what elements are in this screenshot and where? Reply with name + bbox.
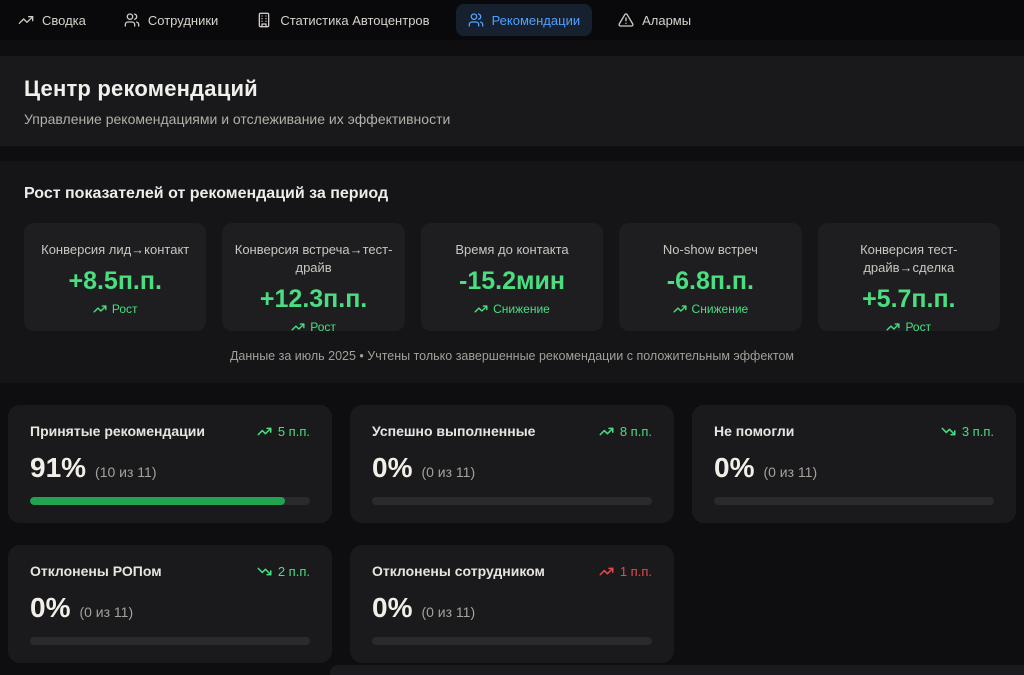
tab-label: Сотрудники (148, 13, 218, 28)
stat-delta-badge: 1 п.п. (599, 564, 652, 579)
growth-section: Рост показателей от рекомендаций за пери… (0, 161, 1024, 383)
stat-delta-value: 5 п.п. (278, 424, 310, 439)
stat-delta-value: 8 п.п. (620, 424, 652, 439)
growth-footnote: Данные за июль 2025 • Учтены только заве… (24, 349, 1000, 363)
metric-trend: Снижение (673, 302, 749, 316)
tab-label: Сводка (42, 13, 86, 28)
metric-label: Конверсия тест-драйв→сделка (828, 241, 990, 277)
metric-trend-label: Рост (310, 320, 336, 334)
stat-card-rejected-employee: Отклонены сотрудником 1 п.п. 0% (0 из 11… (350, 545, 674, 663)
trending-up-icon (291, 320, 305, 334)
metric-card-no-show: No-show встреч -6.8п.п. Снижение (619, 223, 801, 331)
metric-label: Конверсия лид→контакт (41, 241, 189, 259)
metric-trend: Рост (291, 320, 336, 334)
stat-delta-badge: 5 п.п. (257, 424, 310, 439)
metric-trend-label: Снижение (493, 302, 550, 316)
progress-bar-track (30, 497, 310, 505)
trending-up-icon (474, 302, 488, 316)
tab-label: Алармы (642, 13, 691, 28)
metric-label: No-show встреч (663, 241, 758, 259)
stat-fraction: (0 из 11) (763, 464, 817, 480)
metric-value: +12.3п.п. (260, 285, 367, 314)
metric-card-time-to-contact: Время до контакта -15.2мин Снижение (421, 223, 603, 331)
stat-label: Отклонены сотрудником (372, 563, 545, 579)
trending-up-icon (257, 424, 272, 439)
trending-down-icon (941, 424, 956, 439)
metric-value: -15.2мин (459, 267, 565, 296)
stat-percent: 0% (372, 452, 412, 484)
stat-card-not-helped: Не помогли 3 п.п. 0% (0 из 11) (692, 405, 1016, 523)
metric-trend-label: Снижение (692, 302, 749, 316)
metric-label: Конверсия встреча→тест-драйв (232, 241, 394, 277)
trending-up-icon (599, 564, 614, 579)
stat-label: Отклонены РОПом (30, 563, 162, 579)
metric-card-testdrive-deal: Конверсия тест-драйв→сделка +5.7п.п. Рос… (818, 223, 1000, 331)
metric-label: Время до контакта (455, 241, 568, 259)
stat-label: Принятые рекомендации (30, 423, 205, 439)
growth-section-title: Рост показателей от рекомендаций за пери… (24, 185, 1000, 203)
stat-percent: 0% (372, 592, 412, 624)
stat-card-completed: Успешно выполненные 8 п.п. 0% (0 из 11) (350, 405, 674, 523)
stat-percent: 0% (30, 592, 70, 624)
progress-bar-track (372, 497, 652, 505)
stat-fraction: (0 из 11) (79, 604, 133, 620)
users-icon (468, 12, 484, 28)
metric-card-lead-contact: Конверсия лид→контакт +8.5п.п. Рост (24, 223, 206, 331)
progress-bar-track (30, 637, 310, 645)
next-section-edge (330, 665, 1024, 675)
stat-delta-value: 1 п.п. (620, 564, 652, 579)
metric-value: +5.7п.п. (862, 285, 955, 314)
stat-delta-value: 2 п.п. (278, 564, 310, 579)
metric-trend: Снижение (474, 302, 550, 316)
building-icon (256, 12, 272, 28)
metric-trend-label: Рост (112, 302, 138, 316)
stat-card-rejected-rop: Отклонены РОПом 2 п.п. 0% (0 из 11) (8, 545, 332, 663)
alert-triangle-icon (618, 12, 634, 28)
progress-bar-track (714, 497, 994, 505)
page-title: Центр рекомендаций (24, 76, 1000, 102)
stat-delta-badge: 8 п.п. (599, 424, 652, 439)
trending-up-icon (599, 424, 614, 439)
users-icon (124, 12, 140, 28)
trending-up-icon (673, 302, 687, 316)
trending-down-icon (257, 564, 272, 579)
metric-trend-label: Рост (905, 320, 931, 334)
tab-alarmy[interactable]: Алармы (606, 4, 703, 36)
stat-fraction: (10 из 11) (95, 464, 156, 480)
trending-up-icon (886, 320, 900, 334)
stat-delta-value: 3 п.п. (962, 424, 994, 439)
tab-label: Рекомендации (492, 13, 581, 28)
tab-rekomendacii[interactable]: Рекомендации (456, 4, 593, 36)
stat-percent: 0% (714, 452, 754, 484)
metric-trend: Рост (93, 302, 138, 316)
trending-up-icon (93, 302, 107, 316)
growth-metric-grid: Конверсия лид→контакт +8.5п.п. Рост Конв… (24, 223, 1000, 331)
stat-fraction: (0 из 11) (421, 464, 475, 480)
tab-sotrudniki[interactable]: Сотрудники (112, 4, 230, 36)
metric-value: +8.5п.п. (68, 267, 161, 296)
stats-grid: Принятые рекомендации 5 п.п. 91% (10 из … (8, 405, 1016, 663)
stat-label: Не помогли (714, 423, 794, 439)
trending-up-icon (18, 12, 34, 28)
stat-fraction: (0 из 11) (421, 604, 475, 620)
stat-delta-badge: 2 п.п. (257, 564, 310, 579)
tab-svodka[interactable]: Сводка (6, 4, 98, 36)
stat-percent: 91% (30, 452, 86, 484)
stat-label: Успешно выполненные (372, 423, 535, 439)
tab-label: Статистика Автоцентров (280, 13, 429, 28)
metric-trend: Рост (886, 320, 931, 334)
metric-card-meeting-testdrive: Конверсия встреча→тест-драйв +12.3п.п. Р… (222, 223, 404, 331)
stat-card-accepted: Принятые рекомендации 5 п.п. 91% (10 из … (8, 405, 332, 523)
stat-delta-badge: 3 п.п. (941, 424, 994, 439)
page-subtitle: Управление рекомендациями и отслеживание… (24, 111, 1000, 127)
progress-bar-fill (30, 497, 285, 505)
top-nav: Сводка Сотрудники Статистика Автоцентров… (0, 0, 1024, 40)
page-header: Центр рекомендаций Управление рекомендац… (0, 56, 1024, 146)
tab-statistika-avtocentrov[interactable]: Статистика Автоцентров (244, 4, 441, 36)
progress-bar-track (372, 637, 652, 645)
metric-value: -6.8п.п. (667, 267, 754, 296)
